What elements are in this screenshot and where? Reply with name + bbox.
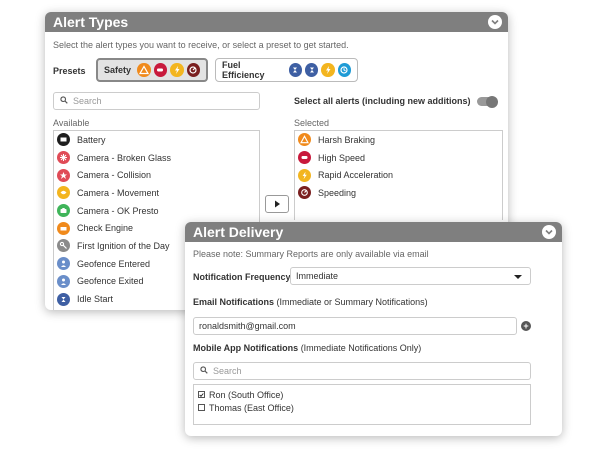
alert-types-header[interactable]: Alert Types xyxy=(45,12,508,32)
selected-item-high-speed[interactable]: High Speed xyxy=(295,149,502,167)
selected-item-label: High Speed xyxy=(318,152,366,163)
available-item-label: Check Engine xyxy=(77,223,134,234)
speeding-icon xyxy=(298,186,311,200)
search-icon xyxy=(200,366,208,376)
select-all-label: Select all alerts (including new additio… xyxy=(294,96,471,106)
available-item-label: First Ignition of the Day xyxy=(77,240,170,251)
add-email-icon[interactable]: + xyxy=(521,321,531,331)
available-item-label: Geofence Entered xyxy=(77,258,151,269)
dropdown-caret-icon xyxy=(514,275,522,279)
recipient-item-ron[interactable]: Ron (South Office) xyxy=(198,388,526,401)
preset-safety-label: Safety xyxy=(104,65,132,75)
alert-types-intro: Select the alert types you want to recei… xyxy=(53,40,349,50)
clock-icon xyxy=(337,63,352,77)
key-icon xyxy=(57,239,70,253)
alert-types-title: Alert Types xyxy=(53,14,129,30)
collision-icon xyxy=(57,168,70,182)
harsh-braking-icon xyxy=(298,133,311,147)
mobile-hint: (Immediate Notifications Only) xyxy=(300,343,422,353)
rapid-acceleration-icon xyxy=(170,63,184,77)
email-section-label: Email Notifications (Immediate or Summar… xyxy=(193,297,428,307)
available-item-label: Camera - Movement xyxy=(77,187,160,198)
email-field[interactable]: ronaldsmith@gmail.com xyxy=(193,317,517,335)
available-item-camera-broken-glass[interactable]: Camera - Broken Glass xyxy=(54,149,259,167)
selected-item-label: Speeding xyxy=(318,187,357,198)
harsh-braking-icon xyxy=(137,63,151,77)
rapid-acceleration-icon xyxy=(321,63,335,77)
email-hint: (Immediate or Summary Notifications) xyxy=(276,297,428,307)
selected-item-speeding[interactable]: Speeding xyxy=(295,184,502,202)
available-item-label: Camera - Collision xyxy=(77,170,152,181)
checkbox-unchecked-icon[interactable] xyxy=(198,404,205,411)
selected-item-label: Harsh Braking xyxy=(318,134,376,145)
recipient-item-thomas[interactable]: Thomas (East Office) xyxy=(198,401,526,414)
geofence-icon xyxy=(57,257,70,271)
collapse-chevron-icon[interactable] xyxy=(488,15,502,29)
search-icon xyxy=(60,96,68,106)
selected-item-rapid-acceleration[interactable]: Rapid Acceleration xyxy=(295,166,502,184)
preset-fuel-efficiency-button[interactable]: Fuel Efficiency xyxy=(215,58,358,82)
frequency-select[interactable]: Immediate xyxy=(290,267,531,285)
idle-icon xyxy=(288,63,302,77)
move-to-selected-button[interactable] xyxy=(265,195,289,213)
available-item-label: Geofence Exited xyxy=(77,276,144,287)
recipient-list[interactable]: Ron (South Office) Thomas (East Office) xyxy=(193,384,531,425)
high-speed-icon xyxy=(298,151,311,165)
idle-icon xyxy=(57,292,70,306)
battery-icon xyxy=(57,133,70,147)
rapid-acceleration-icon xyxy=(298,168,311,182)
alert-search-placeholder: Search xyxy=(73,96,102,106)
available-item-label: Battery xyxy=(77,134,106,145)
speeding-icon xyxy=(186,63,201,77)
mobile-label: Mobile App Notifications xyxy=(193,343,299,353)
alert-delivery-card: Alert Delivery Please note: Summary Repo… xyxy=(185,222,562,436)
alert-delivery-title: Alert Delivery xyxy=(193,224,284,240)
idle-icon xyxy=(304,63,319,77)
selected-item-label: Rapid Acceleration xyxy=(318,170,394,181)
available-item-camera-movement[interactable]: Camera - Movement xyxy=(54,184,259,202)
selected-label: Selected xyxy=(294,118,330,128)
recipient-search-field[interactable]: Search xyxy=(193,362,531,380)
high-speed-icon xyxy=(153,63,168,77)
preset-fuel-label: Fuel Efficiency xyxy=(222,60,265,80)
available-item-camera-collision[interactable]: Camera - Collision xyxy=(54,166,259,184)
alert-search-field[interactable]: Search xyxy=(53,92,260,110)
available-item-label: Camera - Broken Glass xyxy=(77,152,172,163)
play-arrow-icon xyxy=(274,195,281,213)
delivery-note: Please note: Summary Reports are only av… xyxy=(193,249,429,259)
recipient-search-placeholder: Search xyxy=(213,366,242,376)
mobile-section-label: Mobile App Notifications (Immediate Noti… xyxy=(193,343,421,353)
preset-safety-button[interactable]: Safety xyxy=(96,58,208,82)
email-value: ronaldsmith@gmail.com xyxy=(199,321,296,331)
email-label: Email Notifications xyxy=(193,297,275,307)
alert-delivery-header[interactable]: Alert Delivery xyxy=(185,222,562,242)
toggle-knob xyxy=(486,95,498,108)
checkbox-checked-icon[interactable] xyxy=(198,391,205,398)
movement-icon xyxy=(57,186,70,200)
presets-label: Presets xyxy=(53,66,86,76)
selected-item-harsh-braking[interactable]: Harsh Braking xyxy=(295,131,502,149)
available-label: Available xyxy=(53,118,90,128)
available-item-battery[interactable]: Battery xyxy=(54,131,259,149)
collapse-chevron-icon[interactable] xyxy=(542,225,556,239)
available-item-label: Camera - OK Presto xyxy=(77,205,159,216)
selected-alerts-list[interactable]: Harsh Braking High Speed Rapid Accelerat… xyxy=(294,130,503,220)
geofence-icon xyxy=(57,274,70,288)
camera-icon xyxy=(57,204,70,218)
available-item-camera-ok-presto[interactable]: Camera - OK Presto xyxy=(54,202,259,220)
frequency-label: Notification Frequency xyxy=(193,272,291,282)
engine-icon xyxy=(57,221,70,235)
broken-glass-icon xyxy=(57,151,70,165)
available-item-label: Idle Start xyxy=(77,294,114,305)
select-all-toggle[interactable] xyxy=(477,95,498,108)
recipient-label: Thomas (East Office) xyxy=(209,402,294,413)
frequency-value: Immediate xyxy=(296,271,339,281)
recipient-label: Ron (South Office) xyxy=(209,389,284,400)
